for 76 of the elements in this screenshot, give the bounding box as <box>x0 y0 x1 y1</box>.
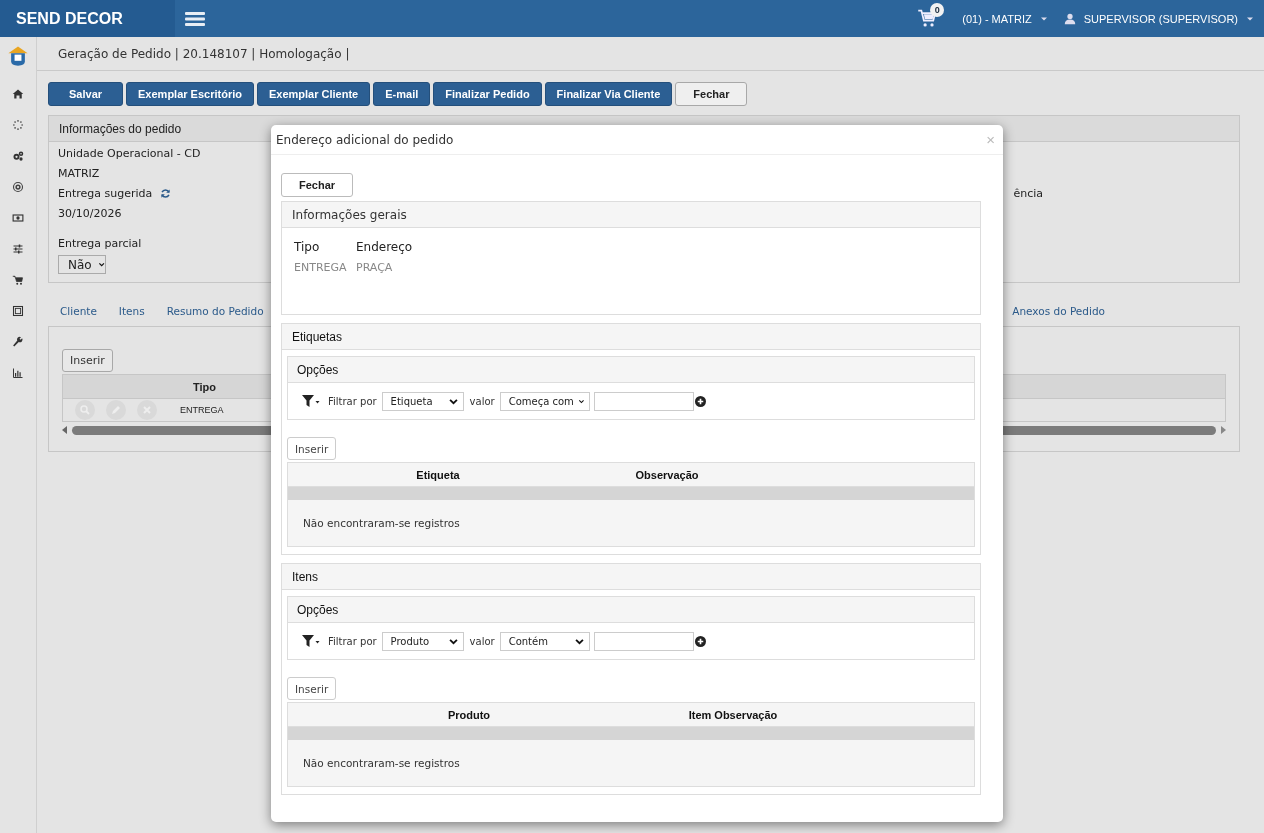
field-value: 30/10/2026 <box>58 206 122 222</box>
spinner-icon[interactable] <box>12 119 24 131</box>
toolbar-button[interactable]: Finalizar Via Cliente <box>544 82 673 106</box>
toolbar-button[interactable]: Exemplar Escritório <box>126 82 254 106</box>
filter-field-select[interactable]: Etiqueta <box>381 391 464 411</box>
toolbar-button[interactable]: Finalizar Pedido <box>433 82 542 106</box>
cart-icon[interactable] <box>12 274 24 286</box>
empty-message: Não encontraram-se registros <box>303 757 460 769</box>
bar-chart-icon[interactable] <box>12 367 24 379</box>
insert-button[interactable]: Inserir <box>287 437 337 460</box>
operator-select[interactable]: Começa com <box>499 391 590 411</box>
gears-icon[interactable] <box>12 150 24 162</box>
tab[interactable]: Itens <box>118 305 145 317</box>
section-title: Itens <box>292 569 318 584</box>
operator-select[interactable]: Contém <box>499 631 590 651</box>
toolbar-button[interactable]: Exemplar Cliente <box>256 82 371 106</box>
brand-name: SEND DECOR <box>16 9 123 28</box>
table-cell: ENTREGA <box>180 405 224 415</box>
column-header: Produto <box>446 707 492 723</box>
logo-icon[interactable] <box>7 45 29 67</box>
column-header: Tipo <box>294 240 321 254</box>
filter-label: Filtrar por <box>328 635 377 647</box>
field-label: Unidade Operacional - CD <box>58 146 201 162</box>
filter-icon[interactable] <box>302 634 320 648</box>
close-dialog-button[interactable]: Fechar <box>281 173 354 197</box>
column-header: Item Observação <box>687 707 779 723</box>
cart-count-badge: 0 <box>930 2 945 17</box>
field-label: Entrega parcial <box>58 236 142 252</box>
filter-field-select[interactable]: Produto <box>381 631 464 651</box>
section-title: Informações gerais <box>292 207 407 222</box>
wrench-icon[interactable] <box>12 336 24 348</box>
page-breadcrumb: Geração de Pedido | 20.148107 | Homologação | <box>58 46 350 61</box>
tab[interactable]: Anexos do Pedido <box>1012 305 1105 317</box>
field-label: ência <box>1013 187 1043 200</box>
home-icon[interactable] <box>12 88 24 100</box>
refresh-icon <box>160 188 172 199</box>
filter-label: Filtrar por <box>328 395 377 407</box>
scroll-left-icon[interactable] <box>62 426 68 434</box>
toolbar-button[interactable]: Salvar <box>48 82 124 106</box>
tab[interactable]: Cliente <box>60 305 97 317</box>
money-icon[interactable] <box>12 212 24 224</box>
partial-delivery-select[interactable]: Não <box>58 255 106 274</box>
filter-label: valor <box>469 635 495 647</box>
column-header: Endereço <box>356 240 414 254</box>
scroll-right-icon[interactable] <box>1220 426 1226 434</box>
add-icon[interactable] <box>694 395 706 407</box>
sliders-icon[interactable] <box>12 243 24 255</box>
filter-icon[interactable] <box>302 394 320 408</box>
empty-message: Não encontraram-se registros <box>303 517 460 529</box>
filter-value-field[interactable] <box>593 631 694 651</box>
field-label: Entrega sugerida <box>58 187 153 200</box>
frame-icon[interactable] <box>12 305 24 317</box>
target-icon[interactable] <box>12 181 24 193</box>
unit-dropdown[interactable]: (01) - MATRIZ <box>962 12 1048 25</box>
user-icon <box>1063 12 1076 25</box>
section-title: Etiquetas <box>292 329 343 344</box>
dialog-title: Endereço adicional do pedido <box>276 132 454 147</box>
insert-button[interactable]: Inserir <box>287 677 337 700</box>
panel-title: Opções <box>297 362 339 377</box>
menu-icon[interactable] <box>185 10 207 27</box>
toolbar-button[interactable]: Fechar <box>675 82 748 106</box>
table-cell-text: PRAÇA <box>356 261 394 274</box>
column-header: Observação <box>634 467 700 483</box>
tab[interactable]: Resumo do Pedido <box>166 305 264 317</box>
panel-title: Opções <box>297 602 339 617</box>
add-icon[interactable] <box>694 635 706 647</box>
filter-value-field[interactable] <box>593 391 694 411</box>
field-value: MATRIZ <box>58 166 100 182</box>
column-header: Etiqueta <box>415 467 461 483</box>
panel-title: Informações do pedido <box>59 121 182 136</box>
column-header: Tipo <box>192 379 217 395</box>
table-cell-text: ENTREGA <box>294 261 348 274</box>
insert-button[interactable]: Inserir <box>62 349 113 372</box>
filter-label: valor <box>469 395 495 407</box>
toolbar-button[interactable]: E-mail <box>373 82 431 106</box>
user-dropdown[interactable]: SUPERVISOR (SUPERVISOR) <box>1063 12 1254 25</box>
